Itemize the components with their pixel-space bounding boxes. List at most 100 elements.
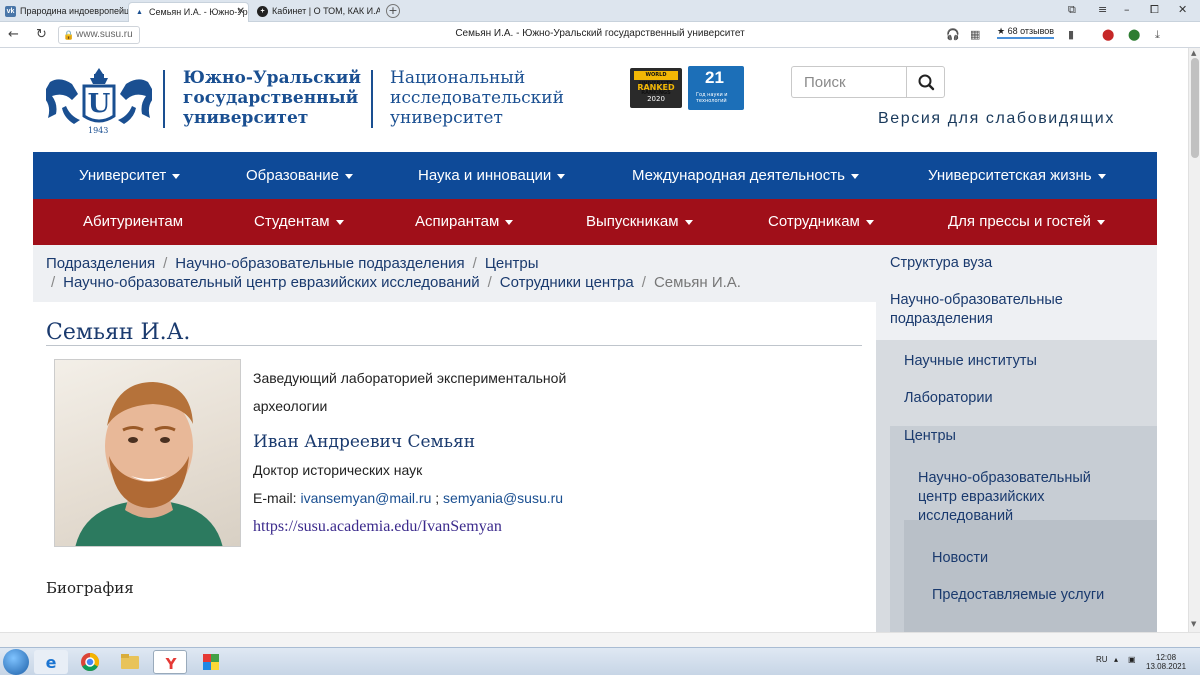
tab-semyan[interactable]: ▲ Семьян И.А. - Южно-Уральский ✕ [128, 2, 249, 22]
headphones-icon[interactable]: 🎧 [946, 28, 960, 41]
menu-item-postgrads[interactable]: Аспирантам [415, 199, 514, 245]
academia-link[interactable]: https://susu.academia.edu/IvanSemyan [253, 518, 502, 536]
horizontal-scrollbar[interactable] [0, 632, 1200, 647]
svg-text:e: e [46, 653, 57, 672]
scroll-up-icon[interactable]: ▲ [1191, 49, 1196, 57]
bookmark-manager-icon[interactable]: ⧉ [1068, 3, 1076, 17]
sidebar-item-news[interactable]: Новости [932, 549, 988, 568]
cabinet-icon: + [257, 6, 268, 17]
menu-item-university[interactable]: Университет [79, 152, 181, 199]
breadcrumb-line: Подразделения / Научно-образовательные под… [46, 255, 539, 272]
search-icon [918, 74, 935, 91]
extension-icon[interactable]: ⬤ [1102, 28, 1114, 41]
menu-item-alumni[interactable]: Выпускникам [586, 199, 693, 245]
restore-icon[interactable]: ⧠ [1150, 3, 1159, 17]
sidebar-item-services[interactable]: Предоставляемые услуги [932, 586, 1104, 605]
caret-down-icon [557, 173, 566, 179]
breadcrumb-line: / Научно-образовательный центр евразийски… [46, 274, 741, 291]
low-vision-link[interactable]: Версия для слабовидящих [878, 110, 1115, 128]
sidebar-item-institutes[interactable]: Научные институты [904, 352, 1037, 371]
menu-item-label: Университетская жизнь [928, 167, 1092, 184]
protect-icon[interactable]: ⬤ [1128, 28, 1140, 41]
sidebar-level-3 [904, 520, 1157, 632]
search-input[interactable] [791, 66, 907, 98]
menu-item-student-life[interactable]: Университетская жизнь [928, 152, 1106, 199]
person-portrait-icon [75, 382, 223, 546]
tab-cabinet[interactable]: + Кабинет | О ТОМ, КАК И.А. [252, 2, 380, 22]
menu-item-science[interactable]: Наука и инновации [418, 152, 566, 199]
breadcrumb-item-eurasian-center[interactable]: Научно-образовательный центр евразийских… [63, 274, 479, 291]
tray-expand-icon[interactable]: ▴ [1114, 655, 1118, 664]
audience-menu: Абитуриентам Студентам Аспирантам Выпуск… [33, 199, 1157, 245]
menu-item-international[interactable]: Международная деятельность [632, 152, 859, 199]
tab-prarodina[interactable]: vk Прародина индоевропейцев [0, 2, 128, 22]
breadcrumb-item-centers[interactable]: Центры [485, 255, 539, 272]
system-clock[interactable]: 12:08 13.08.2021 [1146, 653, 1186, 671]
page-viewport: U 1943 Южно-Уральский государственный ун… [0, 48, 1188, 632]
sidebar-item-centers[interactable]: Центры [904, 427, 956, 446]
menu-item-press[interactable]: Для прессы и гостей [948, 199, 1105, 245]
menu-item-label: Университет [79, 167, 167, 184]
minimize-icon[interactable]: – [1124, 3, 1130, 16]
menu-item-applicants[interactable]: Абитуриентам [83, 199, 183, 245]
window-close-icon[interactable]: ✕ [1178, 3, 1187, 16]
chrome-icon[interactable] [73, 650, 107, 674]
menu-icon[interactable]: ≡ [1098, 3, 1107, 16]
ranking-badge-year: 2020 [647, 95, 665, 103]
university-name-line: государственный [183, 88, 359, 108]
breadcrumb-item-divisions[interactable]: Подразделения [46, 255, 155, 272]
cube-app-icon[interactable] [193, 650, 227, 674]
language-indicator[interactable]: RU [1096, 655, 1108, 664]
university-name[interactable]: Южно-Уральский государственный университ… [183, 68, 361, 128]
profile-photo [54, 359, 241, 547]
bookmark-icon[interactable]: ▮ [1068, 28, 1074, 41]
menu-item-education[interactable]: Образование [246, 152, 353, 199]
new-tab-button[interactable]: + [386, 4, 400, 18]
main-menu: Университет Образование Наука и инноваци… [33, 152, 1157, 199]
scroll-thumb[interactable] [1191, 58, 1199, 158]
menu-item-label: Абитуриентам [83, 213, 184, 230]
breadcrumb-item-staff[interactable]: Сотрудники центра [500, 274, 634, 291]
network-icon[interactable]: ▣ [1128, 655, 1136, 664]
caret-down-icon [684, 219, 693, 225]
menu-item-staff[interactable]: Сотрудникам [768, 199, 874, 245]
email-row: E-mail: ivansemyan@mail.ru ; semyania@su… [253, 490, 563, 506]
year-of-science-badge[interactable]: 21 Год науки и технологий [688, 66, 744, 110]
vertical-scrollbar[interactable]: ▲ ▼ [1188, 48, 1200, 632]
breadcrumb-separator: / [163, 255, 168, 272]
sidebar-item-eurasian-center[interactable]: Научно-образовательный центр евразийских… [918, 469, 1128, 526]
caret-down-icon [850, 173, 859, 179]
windows-start-icon[interactable] [3, 649, 29, 675]
close-icon[interactable]: ✕ [237, 3, 245, 21]
reviews-count: 68 отзывов [1007, 26, 1055, 36]
biography-heading: Биография [46, 579, 134, 597]
university-name-line: университет [183, 108, 309, 128]
explorer-icon[interactable] [113, 650, 147, 674]
email-link-susu[interactable]: semyania@susu.ru [443, 490, 563, 506]
tab-label: Кабинет | О ТОМ, КАК И.А. [272, 6, 380, 16]
search-button[interactable] [906, 66, 945, 98]
back-icon[interactable]: ← [8, 27, 19, 42]
caret-down-icon [172, 173, 181, 179]
yandex-browser-icon[interactable]: Y [153, 650, 187, 674]
url-field[interactable]: 🔒 www.susu.ru [58, 26, 140, 44]
sidebar-item-structure[interactable]: Структура вуза [890, 254, 992, 273]
university-status-line: университет [390, 108, 503, 128]
reviews-badge[interactable]: ★ 68 отзывов [997, 26, 1055, 39]
menu-item-students[interactable]: Студентам [254, 199, 344, 245]
menu-item-label: Аспирантам [415, 213, 500, 230]
ranking-badge[interactable]: WORLD UNIVERSITY RANKINGS RANKED 2020 [630, 68, 682, 108]
reload-icon[interactable]: ↻ [36, 27, 47, 42]
vk-icon: vk [5, 6, 16, 17]
breadcrumb-item-edu-divisions[interactable]: Научно-образовательные подразделения [175, 255, 464, 272]
clock-date: 13.08.2021 [1146, 662, 1187, 671]
ie-icon[interactable]: e [34, 650, 68, 674]
sidebar-item-edu-divisions[interactable]: Научно-образовательные подразделения [890, 291, 1120, 329]
reader-icon[interactable]: ▦ [970, 28, 980, 41]
sidebar-item-labs[interactable]: Лаборатории [904, 389, 993, 408]
email-link-mail[interactable]: ivansemyan@mail.ru [300, 490, 431, 506]
download-icon[interactable]: ⤓ [1155, 28, 1160, 42]
email-label: E-mail: [253, 490, 297, 506]
scroll-down-icon[interactable]: ▼ [1191, 620, 1196, 628]
menu-item-label: Образование [246, 167, 339, 184]
